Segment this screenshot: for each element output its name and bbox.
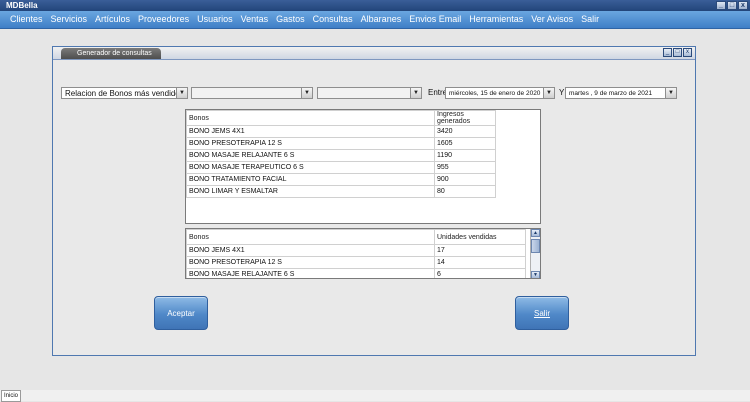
cell-bono: BONO LIMAR Y ESMALTAR (186, 185, 435, 198)
menu-item-consultas[interactable]: Consultas (309, 11, 357, 28)
unidades-scrollbar[interactable]: ▲ ▼ (530, 229, 540, 278)
filter-select-1[interactable]: ▼ (191, 87, 313, 99)
menu-item-usuarios[interactable]: Usuarios (193, 11, 237, 28)
chevron-down-icon[interactable]: ▼ (410, 88, 421, 98)
cell-value: 17 (434, 244, 526, 257)
dialog-controls: _ □ x (663, 48, 692, 57)
dialog-header: Generador de consultas _ □ x (53, 47, 695, 60)
cell-value: 1190 (434, 149, 496, 162)
menu-item-herramientas[interactable]: Herramientas (465, 11, 527, 28)
menu-item-clientes[interactable]: Clientes (6, 11, 47, 28)
date-to-picker[interactable]: martes , 9 de marzo de 2021 ▼ (565, 87, 677, 99)
table-header-row: Bonos Unidades vendidas (186, 229, 526, 245)
scroll-down-icon[interactable]: ▼ (531, 271, 540, 278)
ingresos-grid[interactable]: Bonos Ingresos generados BONO JEMS 4X1 3… (185, 109, 541, 224)
maximize-icon[interactable]: □ (727, 1, 737, 10)
table-row[interactable]: BONO MASAJE RELAJANTE 6 S 6 (186, 268, 526, 278)
table-row[interactable]: BONO LIMAR Y ESMALTAR 80 (186, 185, 496, 198)
minimize-icon[interactable]: _ (716, 1, 726, 10)
window-controls: _ □ x (716, 1, 748, 10)
filter-select-2[interactable]: ▼ (317, 87, 422, 99)
accept-button[interactable]: Aceptar (154, 296, 208, 330)
cell-bono: BONO PRESOTERAPIA 12 S (186, 137, 435, 150)
table-header-row: Bonos Ingresos generados (186, 110, 496, 126)
cell-bono: BONO PRESOTERAPIA 12 S (186, 256, 435, 269)
menu-item-servicios[interactable]: Servicios (47, 11, 92, 28)
date-from-value: miércoles, 15 de enero de 2020 (449, 90, 541, 97)
and-label: Y (559, 88, 565, 97)
table-row[interactable]: BONO PRESOTERAPIA 12 S 14 (186, 256, 526, 269)
menu-item-proveedores[interactable]: Proveedores (134, 11, 193, 28)
cell-value: 80 (434, 185, 496, 198)
chevron-down-icon[interactable]: ▼ (176, 88, 187, 98)
cell-value: 900 (434, 173, 496, 186)
query-select-value: Relacion de Bonos más vendidos (65, 89, 184, 98)
start-button[interactable]: Inicio (1, 390, 22, 402)
menu-item-salir[interactable]: Salir (577, 11, 603, 28)
cell-bono: BONO JEMS 4X1 (186, 125, 435, 138)
app-title: MDBella (6, 1, 38, 10)
menu-item-ventas[interactable]: Ventas (237, 11, 273, 28)
cell-value: 6 (434, 268, 526, 278)
dialog-minimize-icon[interactable]: _ (663, 48, 672, 57)
menu-bar: Clientes Servicios Artículos Proveedores… (0, 11, 750, 29)
column-header-bonos[interactable]: Bonos (186, 110, 435, 126)
query-generator-dialog: Generador de consultas _ □ x Relacion de… (52, 46, 696, 356)
cell-bono: BONO MASAJE RELAJANTE 6 S (186, 149, 435, 162)
table-row[interactable]: BONO TRATAMIENTO FACIAL 900 (186, 173, 496, 186)
date-from-picker[interactable]: miércoles, 15 de enero de 2020 ▼ (445, 87, 555, 99)
close-icon[interactable]: x (738, 1, 748, 10)
chevron-down-icon[interactable]: ▼ (301, 88, 312, 98)
app-titlebar: MDBella _ □ x (0, 0, 750, 11)
cell-bono: BONO MASAJE TERAPEUTICO 6 S (186, 161, 435, 174)
column-header-bonos[interactable]: Bonos (186, 229, 435, 245)
exit-button-label: Salir (533, 309, 550, 318)
column-header-unidades[interactable]: Unidades vendidas (434, 229, 526, 245)
cell-bono: BONO MASAJE RELAJANTE 6 S (186, 268, 435, 278)
dialog-close-icon[interactable]: x (683, 48, 692, 57)
table-row[interactable]: BONO MASAJE RELAJANTE 6 S 1190 (186, 149, 496, 162)
dialog-title: Generador de consultas (61, 48, 161, 59)
cell-bono: BONO TRATAMIENTO FACIAL (186, 173, 435, 186)
exit-button[interactable]: Salir (515, 296, 569, 330)
cell-value: 955 (434, 161, 496, 174)
menu-item-envios-email[interactable]: Envios Email (405, 11, 465, 28)
table-row[interactable]: BONO JEMS 4X1 17 (186, 244, 526, 257)
query-select[interactable]: Relacion de Bonos más vendidos ▼ (61, 87, 188, 99)
menu-item-gastos[interactable]: Gastos (272, 11, 309, 28)
chevron-down-icon[interactable]: ▼ (665, 88, 676, 98)
menu-item-articulos[interactable]: Artículos (91, 11, 134, 28)
menu: Clientes Servicios Artículos Proveedores… (0, 11, 750, 28)
scroll-up-icon[interactable]: ▲ (531, 229, 540, 237)
table-row[interactable]: BONO PRESOTERAPIA 12 S 1605 (186, 137, 496, 150)
unidades-table: Bonos Unidades vendidas BONO JEMS 4X1 17… (186, 229, 526, 278)
chevron-down-icon[interactable]: ▼ (543, 88, 554, 98)
table-row[interactable]: BONO MASAJE TERAPEUTICO 6 S 955 (186, 161, 496, 174)
cell-value: 14 (434, 256, 526, 269)
dialog-maximize-icon[interactable]: □ (673, 48, 682, 57)
taskbar: Inicio (0, 390, 750, 402)
unidades-grid[interactable]: Bonos Unidades vendidas BONO JEMS 4X1 17… (185, 228, 541, 279)
cell-value: 3420 (434, 125, 496, 138)
ingresos-table: Bonos Ingresos generados BONO JEMS 4X1 3… (186, 110, 496, 198)
date-to-value: martes , 9 de marzo de 2021 (569, 90, 653, 97)
menu-item-ver-avisos[interactable]: Ver Avisos (527, 11, 577, 28)
menu-item-albaranes[interactable]: Albaranes (357, 11, 406, 28)
scroll-thumb[interactable] (531, 239, 540, 253)
table-row[interactable]: BONO JEMS 4X1 3420 (186, 125, 496, 138)
column-header-ingresos[interactable]: Ingresos generados (434, 110, 496, 126)
cell-value: 1605 (434, 137, 496, 150)
cell-bono: BONO JEMS 4X1 (186, 244, 435, 257)
